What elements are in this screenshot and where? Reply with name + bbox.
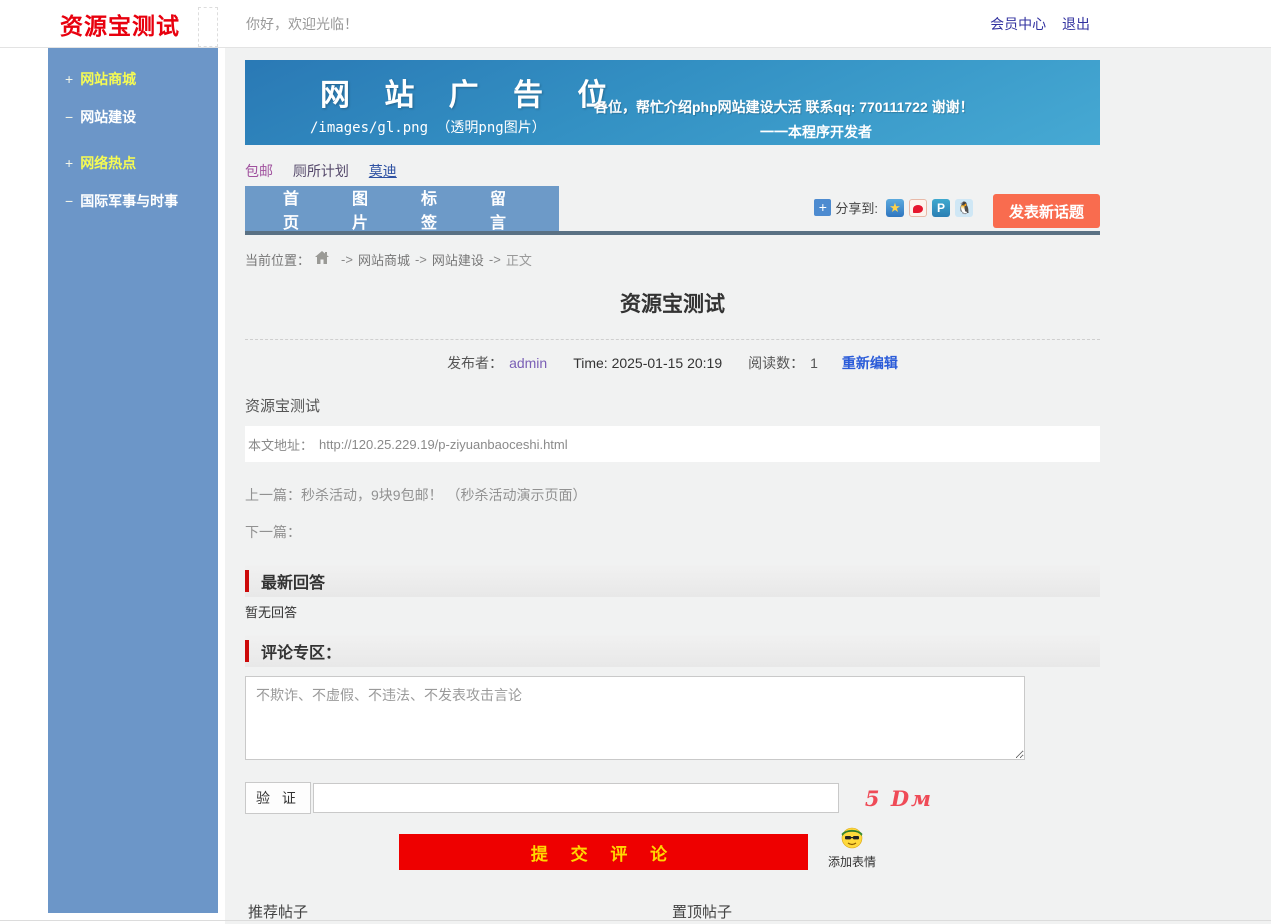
- sidebar-item-shop[interactable]: + 网站商城: [48, 62, 218, 96]
- next-post-label: 下一篇：: [245, 522, 1100, 542]
- publisher-link[interactable]: admin: [509, 355, 547, 371]
- logout-link[interactable]: 退出: [1062, 16, 1090, 32]
- article-title: 资源宝测试: [245, 288, 1100, 318]
- qzone-icon[interactable]: ★: [886, 199, 904, 217]
- tab-images[interactable]: 图片: [352, 185, 387, 233]
- breadcrumb-item-website-build[interactable]: 网站建设: [432, 250, 484, 269]
- sidebar-item-label: 网络热点: [80, 155, 136, 171]
- new-topic-button[interactable]: 发表新话题: [993, 194, 1100, 228]
- section-red-bar: [245, 640, 249, 662]
- sidebar-item-hot-topics[interactable]: + 网络热点: [48, 146, 218, 180]
- article-meta: 发布者： admin Time: 2025-01-15 20:19 阅读数： 1…: [245, 353, 1100, 373]
- pinned-posts-heading: 置顶帖子: [672, 901, 732, 922]
- tab-tags[interactable]: 标签: [421, 185, 456, 233]
- sidebar-item-label: 网站商城: [80, 71, 136, 87]
- section-title: 评论专区：: [261, 639, 341, 663]
- share-label: 分享到:: [835, 198, 878, 217]
- welcome-greeting: 你好，欢迎光临！: [246, 14, 358, 34]
- permalink-label: 本文地址：: [248, 435, 313, 454]
- nav-tab-bar: 首页 图片 标签 留言: [245, 186, 559, 231]
- add-emoji-label: 添加表情: [828, 853, 876, 870]
- submit-row: 提 交 评 论 添加表情: [245, 834, 1100, 878]
- share-bar: + 分享到: ★ P: [814, 198, 978, 217]
- tencent-weibo-icon[interactable]: P: [932, 199, 950, 217]
- main-nav: 首页 图片 标签 留言 + 分享到: ★ P 发表新话题: [245, 186, 1100, 235]
- logo-placeholder-box: [198, 7, 218, 47]
- recommended-posts-heading: 推荐帖子: [248, 901, 308, 922]
- emoji-face-icon: [839, 824, 865, 850]
- captcha-row: 验 证 5 Dм: [245, 782, 1100, 814]
- section-title: 最新回答: [261, 569, 325, 593]
- publish-time: Time: 2025-01-15 20:19: [573, 355, 722, 371]
- sidebar: +网站商城 −网站建设 +网络热点 −国际军事与时事: [48, 48, 218, 913]
- breadcrumb-arrow: ->: [415, 252, 427, 267]
- breadcrumb-arrow: ->: [489, 252, 501, 267]
- tag-link-modi[interactable]: 莫迪: [369, 163, 397, 179]
- ad-banner[interactable]: 网 站 广 告 位 /images/gl.png （透明png图片） 各位，帮忙…: [245, 60, 1100, 145]
- add-emoji-control[interactable]: 添加表情: [828, 824, 876, 870]
- publisher-label: 发布者：: [447, 353, 503, 373]
- header-links: 会员中心 退出: [978, 14, 1090, 34]
- breadcrumb-label: 当前位置：: [245, 250, 310, 269]
- views-count: 1: [810, 355, 818, 371]
- member-center-link[interactable]: 会员中心: [990, 16, 1046, 32]
- page-body: +网站商城 −网站建设 +网络热点 −国际军事与时事 网 站 广 告 位 /im…: [0, 48, 1271, 924]
- permalink-url[interactable]: http://120.25.229.19/p-ziyuanbaoceshi.ht…: [319, 437, 568, 452]
- article-body-text: 资源宝测试: [245, 395, 1100, 416]
- breadcrumb-item-shop[interactable]: 网站商城: [358, 250, 410, 269]
- banner-title: 网 站 广 告 位: [320, 70, 620, 114]
- tag-link-baoyou[interactable]: 包邮: [245, 163, 273, 179]
- page: 资源宝测试 你好，欢迎光临！ 会员中心 退出 +网站商城 −网站建设 +网络热点…: [0, 0, 1271, 924]
- latest-answers-header: 最新回答: [245, 565, 1100, 597]
- expand-plus-icon: +: [65, 71, 73, 87]
- main-content: 网 站 广 告 位 /images/gl.png （透明png图片） 各位，帮忙…: [245, 48, 1100, 878]
- comment-input[interactable]: [245, 676, 1025, 760]
- sidebar-item-label: 网站建设: [80, 109, 136, 125]
- views-label: 阅读数：: [748, 353, 804, 373]
- top-header: 资源宝测试 你好，欢迎光临！ 会员中心 退出: [0, 0, 1271, 48]
- tab-home[interactable]: 首页: [283, 185, 318, 233]
- qq-icon[interactable]: [955, 199, 973, 217]
- site-logo[interactable]: 资源宝测试: [60, 7, 180, 41]
- previous-post-link[interactable]: 上一篇：秒杀活动，9块9包邮！ （秒杀活动演示页面）: [245, 485, 1100, 505]
- captcha-code-image: 5 Dм: [865, 786, 933, 811]
- captcha-label: 验 证: [245, 782, 311, 814]
- weibo-icon[interactable]: [909, 199, 927, 217]
- comment-section-header: 评论专区：: [245, 635, 1100, 667]
- breadcrumb-item-current: 正文: [506, 250, 532, 269]
- sidebar-item-label: 国际军事与时事: [80, 193, 178, 209]
- collapse-minus-icon: −: [65, 193, 73, 209]
- sidebar-item-military-news[interactable]: −国际军事与时事: [48, 184, 218, 218]
- captcha-input[interactable]: [313, 783, 839, 813]
- dashed-divider: [245, 339, 1100, 340]
- home-icon[interactable]: [314, 250, 330, 268]
- collapse-minus-icon: −: [65, 109, 73, 125]
- tag-link-cesuojihua[interactable]: 厕所计划: [293, 163, 349, 179]
- banner-message-line1: 各位，帮忙介绍php网站建设大活 联系qq: 770111722 谢谢！: [594, 97, 974, 117]
- breadcrumb-arrow: ->: [341, 252, 353, 267]
- section-red-bar: [245, 570, 249, 592]
- banner-message-line2: 一一本程序开发者: [760, 122, 872, 142]
- share-plus-icon[interactable]: +: [814, 199, 831, 216]
- sidebar-item-website-build[interactable]: −网站建设: [48, 100, 218, 134]
- expand-plus-icon: +: [65, 155, 73, 171]
- tag-links-row: 包邮 厕所计划 莫迪: [245, 161, 1100, 181]
- permalink-bar: 本文地址： http://120.25.229.19/p-ziyuanbaoce…: [245, 426, 1100, 462]
- bottom-divider: [0, 920, 1271, 921]
- submit-comment-button[interactable]: 提 交 评 论: [399, 834, 808, 870]
- no-answers-text: 暂无回答: [245, 602, 1100, 621]
- breadcrumb: 当前位置： -> 网站商城 -> 网站建设 -> 正文: [245, 248, 1100, 270]
- re-edit-link[interactable]: 重新编辑: [842, 353, 898, 373]
- banner-image-path: /images/gl.png （透明png图片）: [310, 117, 546, 137]
- tab-messages[interactable]: 留言: [490, 185, 525, 233]
